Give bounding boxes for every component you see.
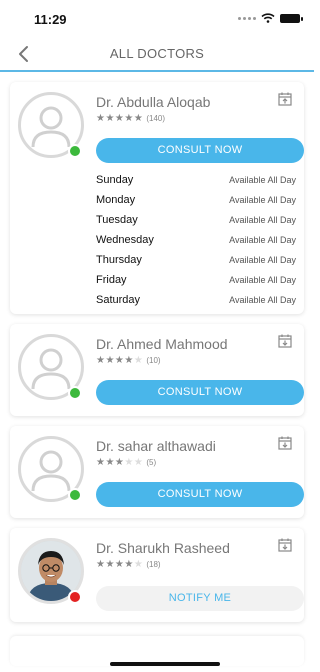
doctor-name: Dr. Ahmed Mahmood bbox=[96, 336, 228, 352]
consult-now-button[interactable]: CONSULT NOW bbox=[96, 482, 304, 507]
doctor-name: Dr. sahar althawadi bbox=[96, 438, 216, 454]
schedule-day: Sunday bbox=[96, 174, 134, 186]
rating: ★★★★★ (18) bbox=[96, 559, 161, 570]
schedule-day: Friday bbox=[96, 274, 127, 286]
rating-count: (5) bbox=[146, 458, 157, 467]
doctor-name: Dr. Abdulla Aloqab bbox=[96, 94, 211, 110]
calendar-icon[interactable] bbox=[278, 92, 292, 106]
doctor-card[interactable]: Dr. Abdulla Aloqab ★★★★★ (140) CONSULT N… bbox=[10, 82, 304, 314]
online-status-dot bbox=[68, 386, 82, 400]
status-icons bbox=[238, 13, 303, 23]
rating-count: (18) bbox=[146, 560, 161, 569]
doctor-card[interactable]: Dr. sahar althawadi ★★★★★ (5) CONSULT NO… bbox=[10, 426, 304, 518]
schedule-row: Tuesday Available All Day bbox=[96, 211, 296, 231]
nav-bar: ALL DOCTORS bbox=[0, 36, 314, 72]
schedule-availability: Available All Day bbox=[229, 175, 296, 185]
schedule-row: Thursday Available All Day bbox=[96, 251, 296, 271]
rating-stars: ★★★★★ bbox=[96, 559, 144, 570]
schedule-day: Tuesday bbox=[96, 214, 138, 226]
schedule-availability: Available All Day bbox=[229, 195, 296, 205]
schedule-day: Thursday bbox=[96, 254, 142, 266]
doctor-card[interactable]: Dr. Sharukh Rasheed ★★★★★ (18) NOTIFY ME bbox=[10, 528, 304, 622]
rating-stars: ★★★★★ bbox=[96, 355, 144, 366]
schedule-row: Friday Available All Day bbox=[96, 271, 296, 291]
calendar-icon[interactable] bbox=[278, 436, 292, 450]
doctor-card[interactable]: Dr. Ahmed Mahmood ★★★★★ (10) CONSULT NOW bbox=[10, 324, 304, 416]
schedule-availability: Available All Day bbox=[229, 295, 296, 305]
wifi-icon bbox=[261, 13, 275, 23]
battery-icon bbox=[280, 13, 303, 23]
calendar-icon[interactable] bbox=[278, 334, 292, 348]
schedule-row: Saturday Available All Day bbox=[96, 291, 296, 311]
rating-stars: ★★★★★ bbox=[96, 457, 144, 468]
schedule-row: Monday Available All Day bbox=[96, 191, 296, 211]
rating-count: (10) bbox=[146, 356, 161, 365]
schedule-day: Saturday bbox=[96, 294, 141, 306]
rating-stars: ★★★★★ bbox=[96, 113, 144, 124]
rating: ★★★★★ (140) bbox=[96, 113, 165, 124]
online-status-dot bbox=[68, 488, 82, 502]
schedule-availability: Available All Day bbox=[229, 235, 296, 245]
calendar-icon[interactable] bbox=[278, 538, 292, 552]
notify-me-button[interactable]: NOTIFY ME bbox=[96, 586, 304, 611]
schedule-day: Wednesday bbox=[96, 234, 154, 246]
rating-count: (140) bbox=[146, 114, 166, 123]
offline-status-dot bbox=[68, 590, 82, 604]
status-bar: 11:29 bbox=[0, 0, 314, 36]
schedule: Sunday Available All Day Monday Available A… bbox=[96, 171, 296, 311]
consult-now-button[interactable]: CONSULT NOW bbox=[96, 380, 304, 405]
home-indicator bbox=[110, 662, 220, 666]
rating: ★★★★★ (5) bbox=[96, 457, 156, 468]
schedule-day: Monday bbox=[96, 194, 136, 206]
status-time: 11:29 bbox=[34, 12, 67, 27]
schedule-row: Sunday Available All Day bbox=[96, 171, 296, 191]
schedule-availability: Available All Day bbox=[229, 255, 296, 265]
online-status-dot bbox=[68, 144, 82, 158]
rating: ★★★★★ (10) bbox=[96, 355, 161, 366]
schedule-availability: Available All Day bbox=[229, 275, 296, 285]
page-title: ALL DOCTORS bbox=[109, 46, 205, 61]
consult-now-button[interactable]: CONSULT NOW bbox=[96, 138, 304, 163]
signal-icon bbox=[238, 16, 256, 20]
schedule-row: Wednesday Available All Day bbox=[96, 231, 296, 251]
doctor-name: Dr. Sharukh Rasheed bbox=[96, 540, 230, 556]
schedule-availability: Available All Day bbox=[229, 215, 296, 225]
